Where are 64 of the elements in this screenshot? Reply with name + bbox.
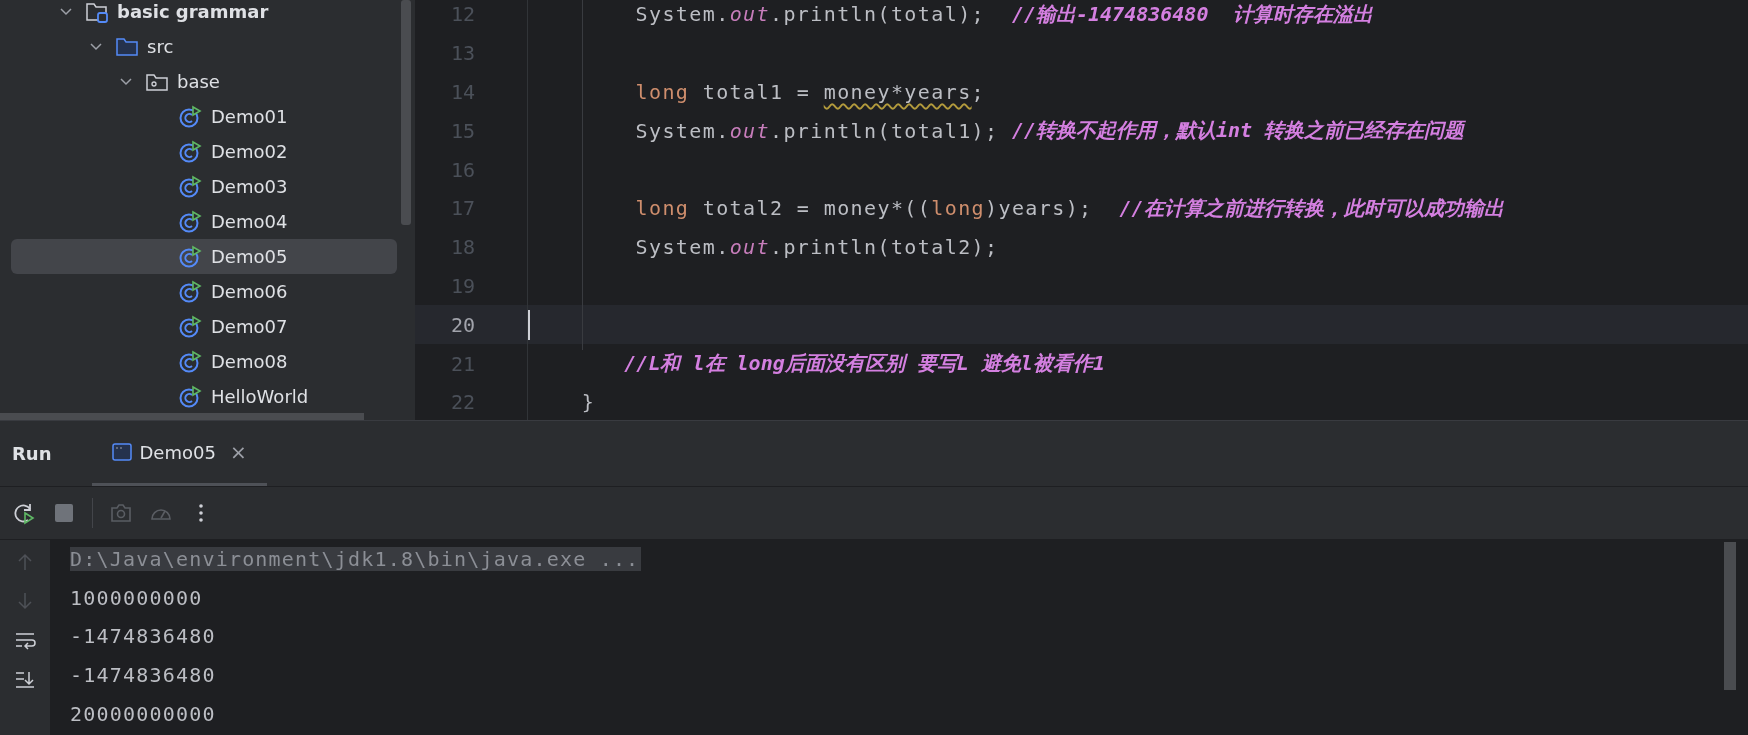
code-text: .println(total1); bbox=[769, 118, 1000, 143]
code-text: .println(total); bbox=[769, 2, 986, 27]
tree-item[interactable]: Demo01 bbox=[11, 99, 397, 134]
tree-item[interactable]: Demo04 bbox=[11, 204, 397, 239]
code-text: total1 = bbox=[701, 80, 812, 104]
close-button[interactable]: × bbox=[229, 440, 247, 464]
scrollbar[interactable] bbox=[401, 0, 411, 225]
runnable-class-icon bbox=[179, 384, 203, 409]
runnable-class-icon bbox=[179, 314, 203, 339]
tree-item[interactable]: Demo06 bbox=[11, 274, 397, 309]
console-output: 1000000000 bbox=[70, 585, 203, 610]
runnable-class-icon bbox=[179, 244, 203, 269]
console-output: -1474836480 bbox=[70, 663, 216, 688]
folder-icon bbox=[115, 35, 139, 58]
runnable-class-icon bbox=[179, 139, 203, 164]
runnable-class-icon bbox=[179, 209, 203, 234]
runnable-class-icon bbox=[179, 104, 203, 129]
console-icon bbox=[111, 443, 132, 461]
code-text: ; bbox=[971, 80, 986, 104]
tree-item[interactable]: Demo08 bbox=[11, 344, 397, 379]
stop-icon[interactable] bbox=[52, 501, 76, 525]
keyword: long bbox=[931, 196, 985, 221]
code-comment: //L和 l在 long后面没有区别 要写L 避免l被看作1 bbox=[623, 350, 1105, 378]
run-tab[interactable]: Demo05 × bbox=[91, 421, 267, 486]
tree-item[interactable]: Demo07 bbox=[11, 309, 397, 344]
scroll-to-end-icon[interactable] bbox=[14, 669, 36, 689]
tab-label: Demo05 bbox=[139, 441, 216, 463]
code-text: money*years bbox=[823, 80, 972, 104]
code-comment: //转换不起作用，默认int 转换之前已经存在问题 bbox=[1011, 117, 1465, 145]
field-name: out bbox=[729, 118, 770, 143]
console-output: -1474836480 bbox=[70, 624, 216, 649]
line-number: 20 bbox=[449, 312, 475, 337]
code-text: System. bbox=[634, 235, 730, 260]
code-comment: //输出-1474836480 计算时存在溢出 bbox=[1011, 0, 1373, 28]
tree-item[interactable]: base bbox=[11, 64, 397, 99]
code-text: )years); bbox=[985, 196, 1094, 221]
tree-item[interactable]: Demo05 bbox=[11, 239, 397, 274]
tree-item[interactable]: Demo02 bbox=[11, 134, 397, 169]
keyword: long bbox=[634, 80, 690, 104]
text-cursor bbox=[528, 309, 530, 340]
tree-item[interactable]: Demo03 bbox=[11, 169, 397, 204]
rerun-icon[interactable] bbox=[12, 501, 36, 525]
code-comment: //在计算之前进行转换，此时可以成功输出 bbox=[1119, 194, 1504, 222]
field-name: out bbox=[729, 235, 770, 260]
code-text: total2 = money*(( bbox=[701, 196, 932, 221]
scrollbar[interactable] bbox=[1724, 542, 1736, 690]
tree-item[interactable]: HelloWorld bbox=[11, 379, 397, 414]
tree-item[interactable]: src bbox=[11, 29, 397, 64]
soft-wrap-icon[interactable] bbox=[14, 630, 36, 650]
code-text: } bbox=[580, 390, 596, 415]
field-name: out bbox=[729, 2, 770, 27]
tree-item[interactable]: basic grammar bbox=[11, 0, 397, 29]
keyword: long bbox=[634, 196, 690, 221]
scrollbar[interactable] bbox=[0, 413, 364, 420]
camera-icon[interactable] bbox=[109, 501, 133, 525]
runnable-class-icon bbox=[179, 279, 203, 304]
code-text: System. bbox=[634, 2, 730, 27]
runnable-class-icon bbox=[179, 349, 203, 374]
runnable-class-icon bbox=[179, 174, 203, 199]
console-output: 20000000000 bbox=[70, 701, 216, 726]
panel-title: Run bbox=[12, 443, 52, 464]
down-arrow-icon[interactable] bbox=[15, 591, 35, 611]
code-text: .println(total2); bbox=[769, 235, 999, 260]
code-text: System. bbox=[634, 118, 730, 143]
